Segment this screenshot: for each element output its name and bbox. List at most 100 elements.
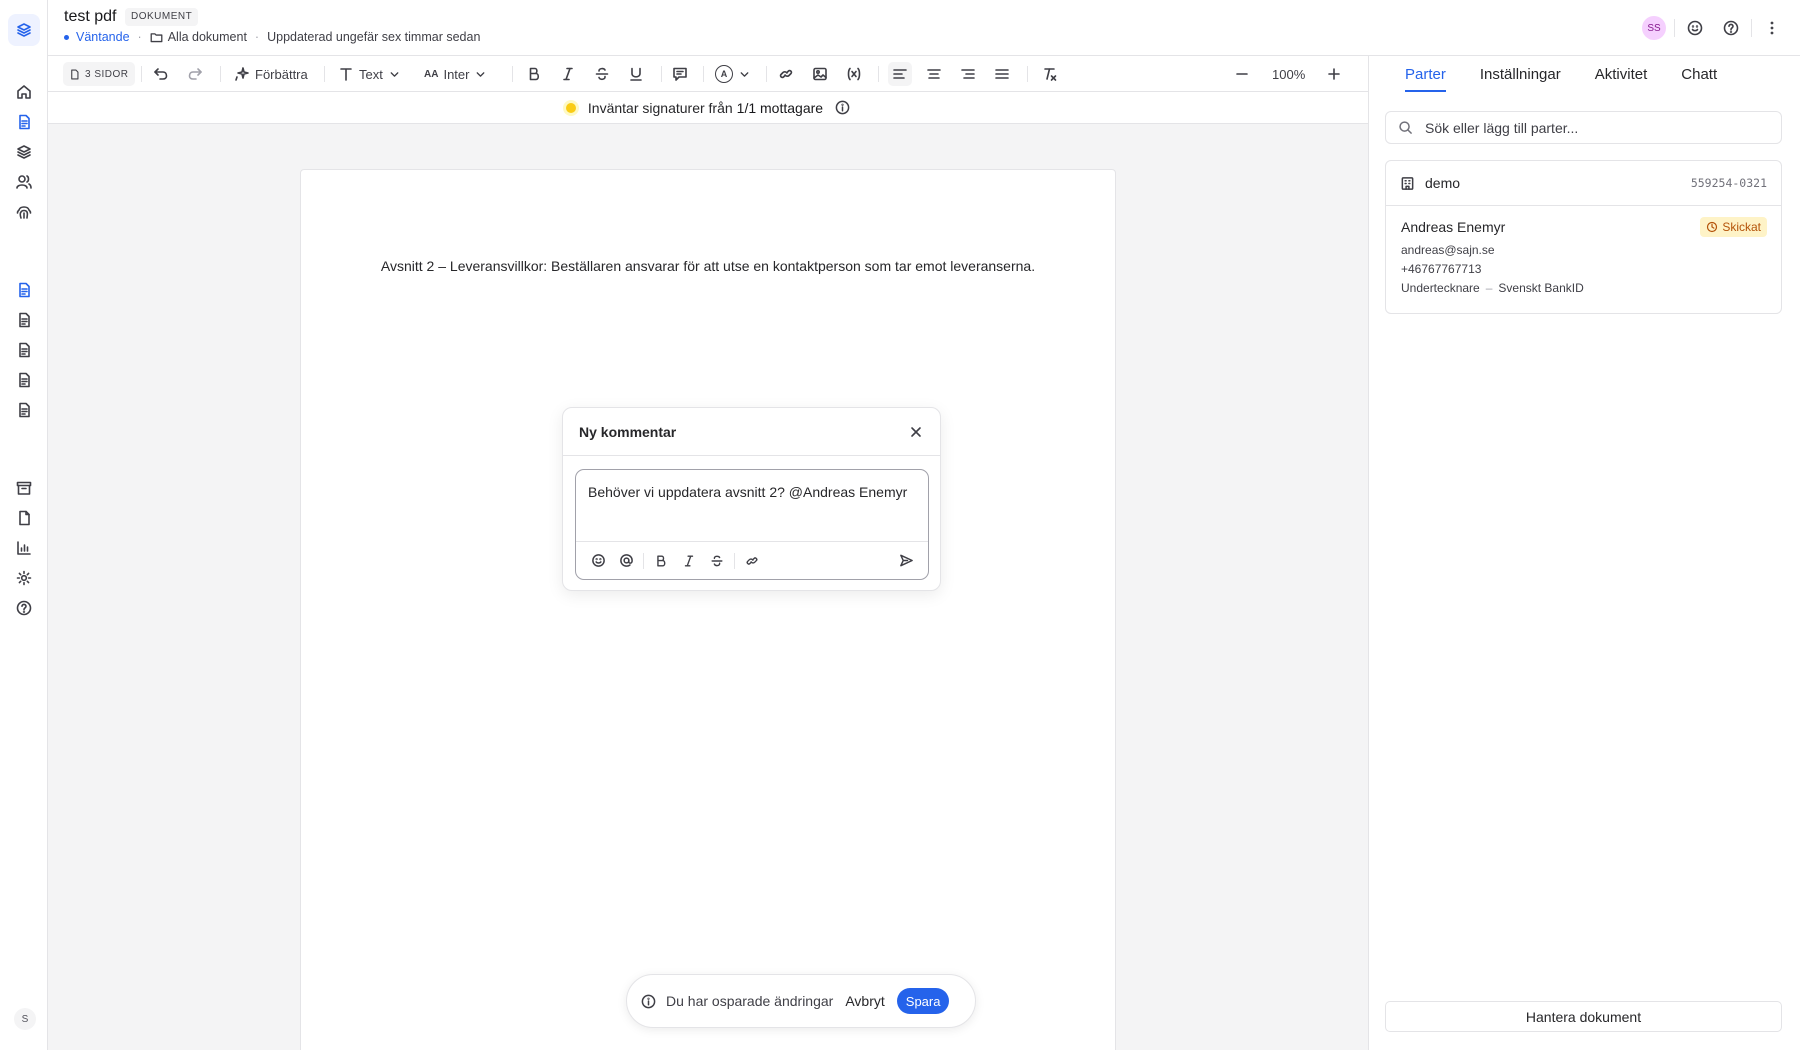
insert-link-button[interactable] xyxy=(778,62,794,86)
justify-button[interactable] xyxy=(994,62,1010,86)
document-paragraph[interactable]: Avsnitt 2 – Leveransvillkor: Beställaren… xyxy=(301,258,1115,274)
right-panel: Parter Inställningar Aktivitet Chatt dem… xyxy=(1368,56,1800,1050)
settings-icon[interactable] xyxy=(14,568,34,588)
header-separator xyxy=(1751,19,1752,37)
app-logo-icon[interactable] xyxy=(8,14,40,46)
comment-toolbar-separator xyxy=(643,552,644,569)
status-badge: Skickat xyxy=(1700,217,1767,237)
close-icon[interactable] xyxy=(908,424,924,440)
emoji-icon[interactable] xyxy=(584,547,612,575)
save-button[interactable]: Spara xyxy=(896,988,950,1014)
align-left-icon xyxy=(893,69,907,79)
party-card: demo 559254-0321 Andreas Enemyr Skickat … xyxy=(1385,160,1782,314)
left-rail: S xyxy=(0,0,48,1050)
user-avatar[interactable]: SS xyxy=(1642,16,1666,40)
feedback-icon[interactable] xyxy=(1683,16,1707,40)
comment-input[interactable]: Behöver vi uppdatera avsnitt 2? @Andreas… xyxy=(588,484,907,500)
signature-field-dropdown[interactable]: A xyxy=(715,62,751,86)
party-row[interactable]: Andreas Enemyr Skickat andreas@sajn.se +… xyxy=(1401,217,1767,295)
meta-separator: · xyxy=(254,30,260,44)
italic-button[interactable] xyxy=(560,62,576,86)
recent-document-icon[interactable] xyxy=(14,280,34,300)
file-icon[interactable] xyxy=(14,508,34,528)
bold-icon[interactable] xyxy=(647,547,675,575)
toolbar-separator xyxy=(661,66,662,82)
party-email: andreas@sajn.se xyxy=(1401,243,1495,257)
document-title[interactable]: test pdf xyxy=(64,8,116,26)
align-left-button[interactable] xyxy=(888,62,912,86)
folder-link[interactable]: Alla dokument xyxy=(150,30,247,44)
documents-icon[interactable] xyxy=(14,112,34,132)
comment-title: Ny kommentar xyxy=(579,423,677,440)
clock-icon xyxy=(1707,221,1718,233)
align-right-button[interactable] xyxy=(960,62,976,86)
improve-button[interactable]: Förbättra xyxy=(234,62,308,86)
recent-document-icon[interactable] xyxy=(14,310,34,330)
contacts-icon[interactable] xyxy=(14,172,34,192)
zoom-level[interactable]: 100% xyxy=(1272,62,1305,86)
fingerprint-icon[interactable] xyxy=(14,202,34,222)
font-dropdown[interactable]: AA Inter xyxy=(424,62,487,86)
align-center-button[interactable] xyxy=(926,62,942,86)
toolbar-separator xyxy=(324,66,325,82)
add-comment-button[interactable] xyxy=(672,62,688,86)
building-icon xyxy=(1401,176,1414,190)
bold-button[interactable] xyxy=(526,62,542,86)
strikethrough-button[interactable] xyxy=(594,62,610,86)
link-icon[interactable] xyxy=(738,547,766,575)
cancel-button[interactable]: Avbryt xyxy=(845,993,884,1009)
underline-button[interactable] xyxy=(628,62,644,86)
page-count-button[interactable]: 3 SIDOR xyxy=(63,62,135,86)
toolbar-separator xyxy=(141,66,142,82)
user-avatar[interactable]: S xyxy=(14,1008,36,1030)
more-options-icon[interactable] xyxy=(1760,16,1784,40)
field-type-icon: A xyxy=(715,65,733,83)
tab-aktivitet[interactable]: Aktivitet xyxy=(1595,56,1648,92)
updated-timestamp: Uppdaterad ungefär sex timmar sedan xyxy=(267,30,481,44)
organization-number: 559254-0321 xyxy=(1690,176,1767,190)
templates-icon[interactable] xyxy=(14,142,34,162)
tab-installningar[interactable]: Inställningar xyxy=(1480,56,1561,92)
help-icon[interactable] xyxy=(1719,16,1743,40)
insert-image-button[interactable] xyxy=(812,62,828,86)
document-page[interactable]: Avsnitt 2 – Leveransvillkor: Beställaren… xyxy=(300,169,1116,1050)
font-label: Inter xyxy=(443,66,470,82)
undo-button[interactable] xyxy=(153,62,169,86)
manage-document-button[interactable]: Hantera dokument xyxy=(1385,1001,1782,1032)
toolbar-separator xyxy=(878,66,879,82)
archive-icon[interactable] xyxy=(14,478,34,498)
statistics-icon[interactable] xyxy=(14,538,34,558)
toolbar-separator xyxy=(512,66,513,82)
italic-icon[interactable] xyxy=(675,547,703,575)
folder-icon xyxy=(150,32,163,42)
send-icon[interactable] xyxy=(892,547,920,575)
help-icon[interactable] xyxy=(14,598,34,618)
recent-document-icon[interactable] xyxy=(14,400,34,420)
unsaved-changes-bar: Du har osparade ändringar Avbryt Spara xyxy=(626,974,976,1028)
search-input[interactable] xyxy=(1425,119,1765,136)
chevron-down-icon xyxy=(740,71,749,77)
party-role-row: Undertecknare – Svenskt BankID xyxy=(1401,281,1767,295)
party-search xyxy=(1385,111,1782,144)
page-count-label: 3 SIDOR xyxy=(85,68,129,80)
recent-document-icon[interactable] xyxy=(14,340,34,360)
align-right-icon xyxy=(961,69,975,79)
bold-icon xyxy=(529,67,540,81)
zoom-in-button[interactable] xyxy=(1326,62,1342,86)
redo-button[interactable] xyxy=(187,62,203,86)
info-icon[interactable] xyxy=(835,100,850,115)
comment-editor[interactable]: Behöver vi uppdatera avsnitt 2? @Andreas… xyxy=(575,469,929,580)
text-style-dropdown[interactable]: Text xyxy=(338,62,401,86)
home-icon[interactable] xyxy=(14,82,34,102)
pending-dot xyxy=(565,102,576,113)
zoom-out-button[interactable] xyxy=(1234,62,1250,86)
redo-icon xyxy=(188,68,202,80)
insert-variable-button[interactable] xyxy=(846,62,862,86)
tab-chatt[interactable]: Chatt xyxy=(1681,56,1717,92)
mention-icon[interactable] xyxy=(612,547,640,575)
strikethrough-icon[interactable] xyxy=(703,547,731,575)
organization-row[interactable]: demo 559254-0321 xyxy=(1386,161,1781,206)
tab-parter[interactable]: Parter xyxy=(1405,56,1446,92)
recent-document-icon[interactable] xyxy=(14,370,34,390)
clear-formatting-button[interactable] xyxy=(1042,62,1058,86)
